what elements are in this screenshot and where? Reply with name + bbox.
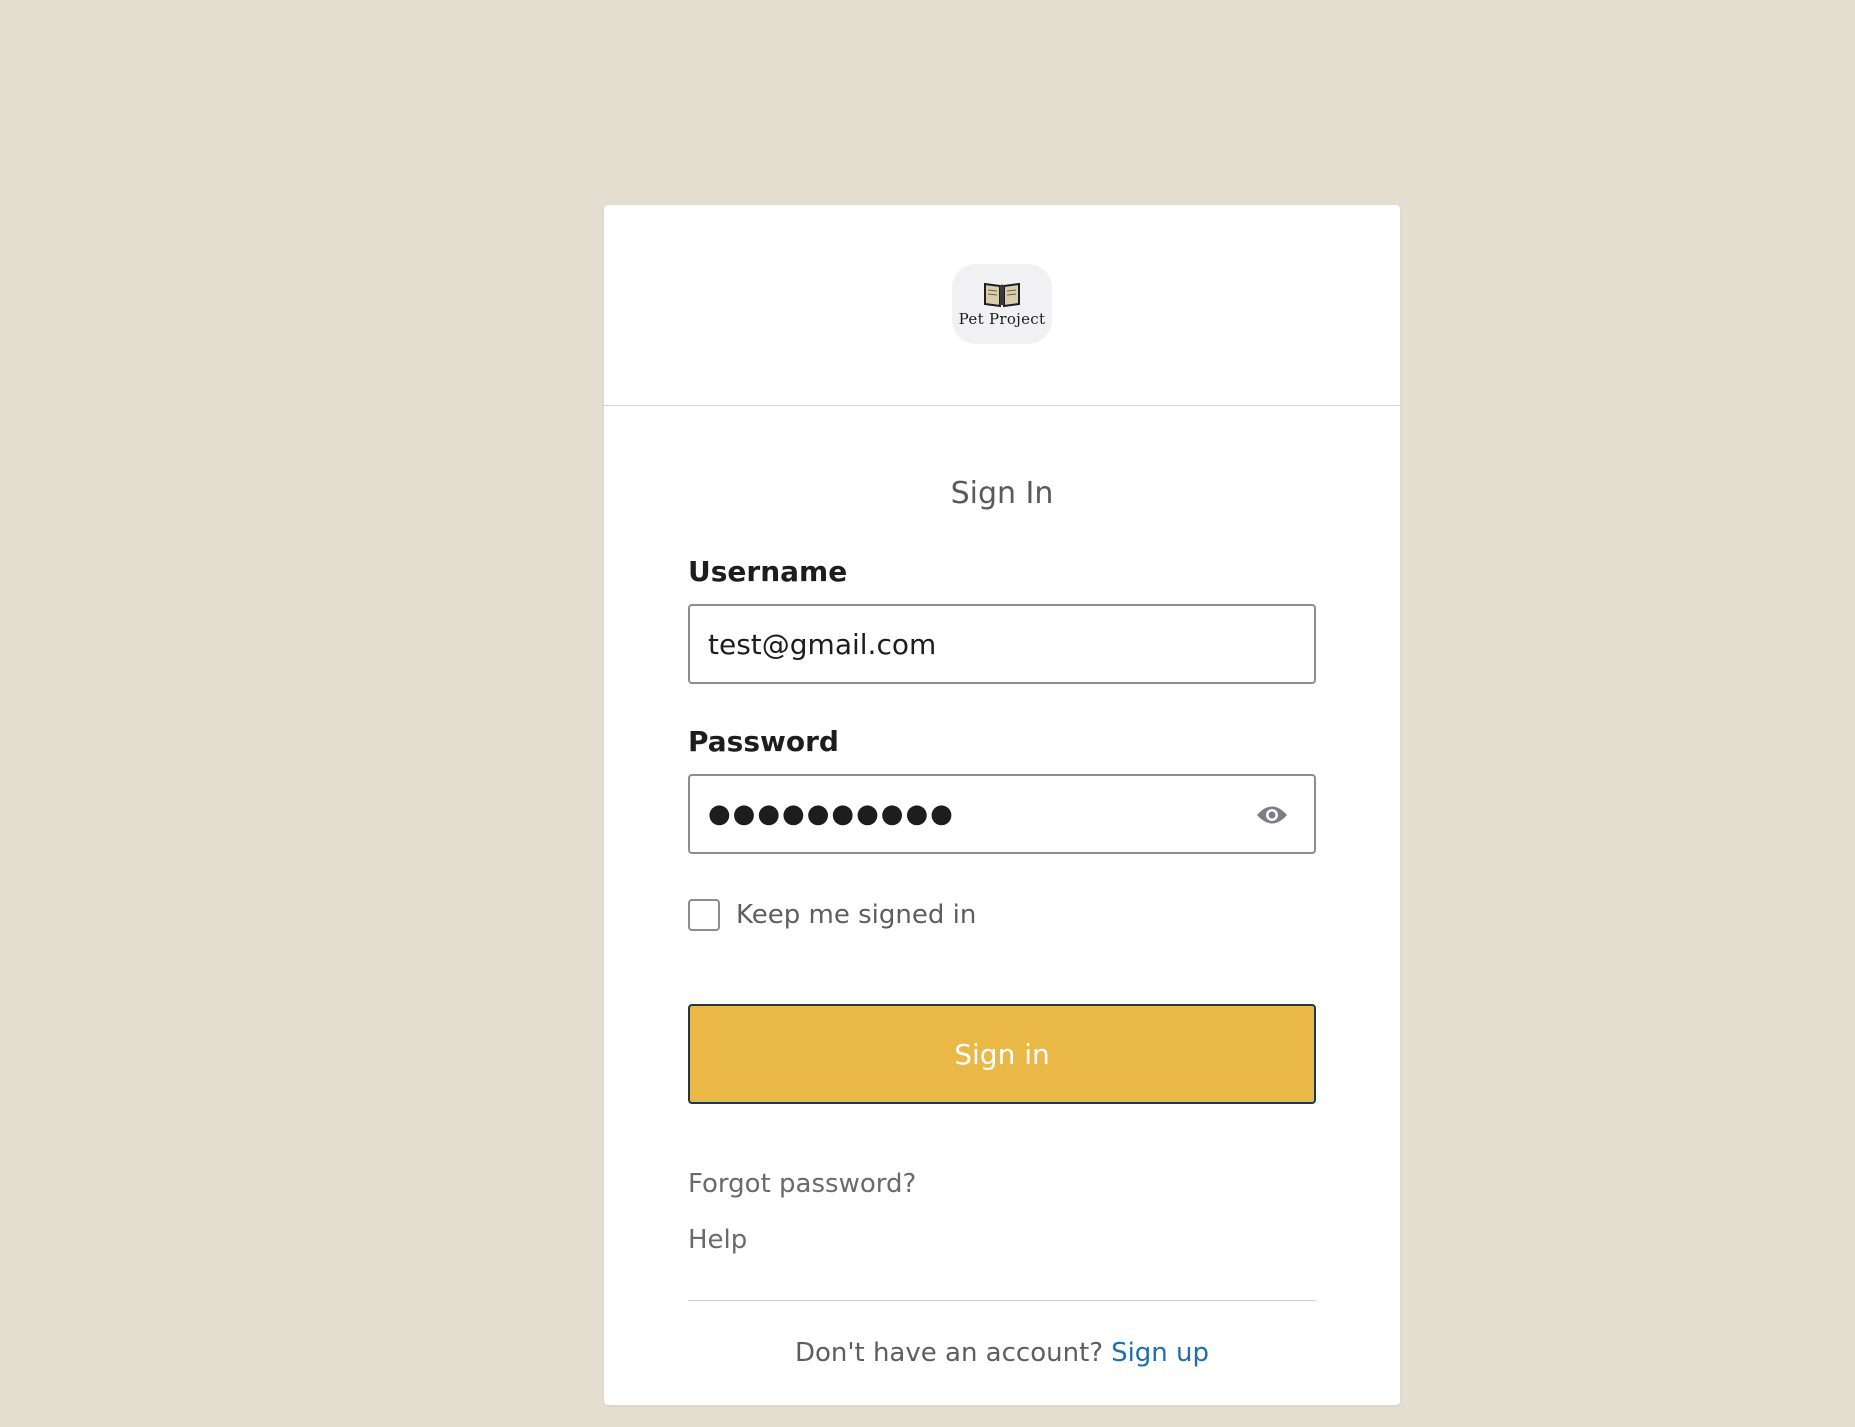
sign-in-form: Sign In Username test@gmail.com Password…	[604, 472, 1400, 1371]
signup-prompt-text: Don't have an account?	[794, 1338, 1104, 1368]
signup-prompt: Don't have an account? Sign up	[688, 1335, 1316, 1371]
password-value: ●●●●●●●●●●	[708, 799, 955, 829]
remember-row: Keep me signed in	[688, 898, 1316, 932]
page-title: Sign In	[950, 476, 1054, 511]
keep-signed-in-checkbox[interactable]	[688, 899, 720, 931]
username-value: test@gmail.com	[708, 627, 937, 661]
help-link[interactable]: Help	[688, 1222, 1316, 1258]
password-label: Password	[688, 725, 839, 758]
sign-up-link[interactable]: Sign up	[1111, 1338, 1209, 1368]
eye-icon[interactable]	[1256, 804, 1288, 826]
logo: Pet Project	[952, 264, 1052, 344]
logo-text: Pet Project	[958, 310, 1046, 328]
username-input[interactable]: test@gmail.com	[688, 604, 1316, 684]
password-input[interactable]: ●●●●●●●●●●	[688, 774, 1316, 854]
sign-in-button[interactable]: Sign in	[688, 1004, 1316, 1104]
divider	[688, 1300, 1316, 1301]
username-label: Username	[688, 555, 848, 588]
keep-signed-in-label[interactable]: Keep me signed in	[736, 900, 976, 930]
open-book-icon	[984, 282, 1020, 308]
sign-in-card: Pet Project Sign In Username test@gmail.…	[604, 205, 1400, 1405]
card-header: Pet Project	[604, 205, 1400, 406]
forgot-password-link[interactable]: Forgot password?	[688, 1166, 1316, 1202]
